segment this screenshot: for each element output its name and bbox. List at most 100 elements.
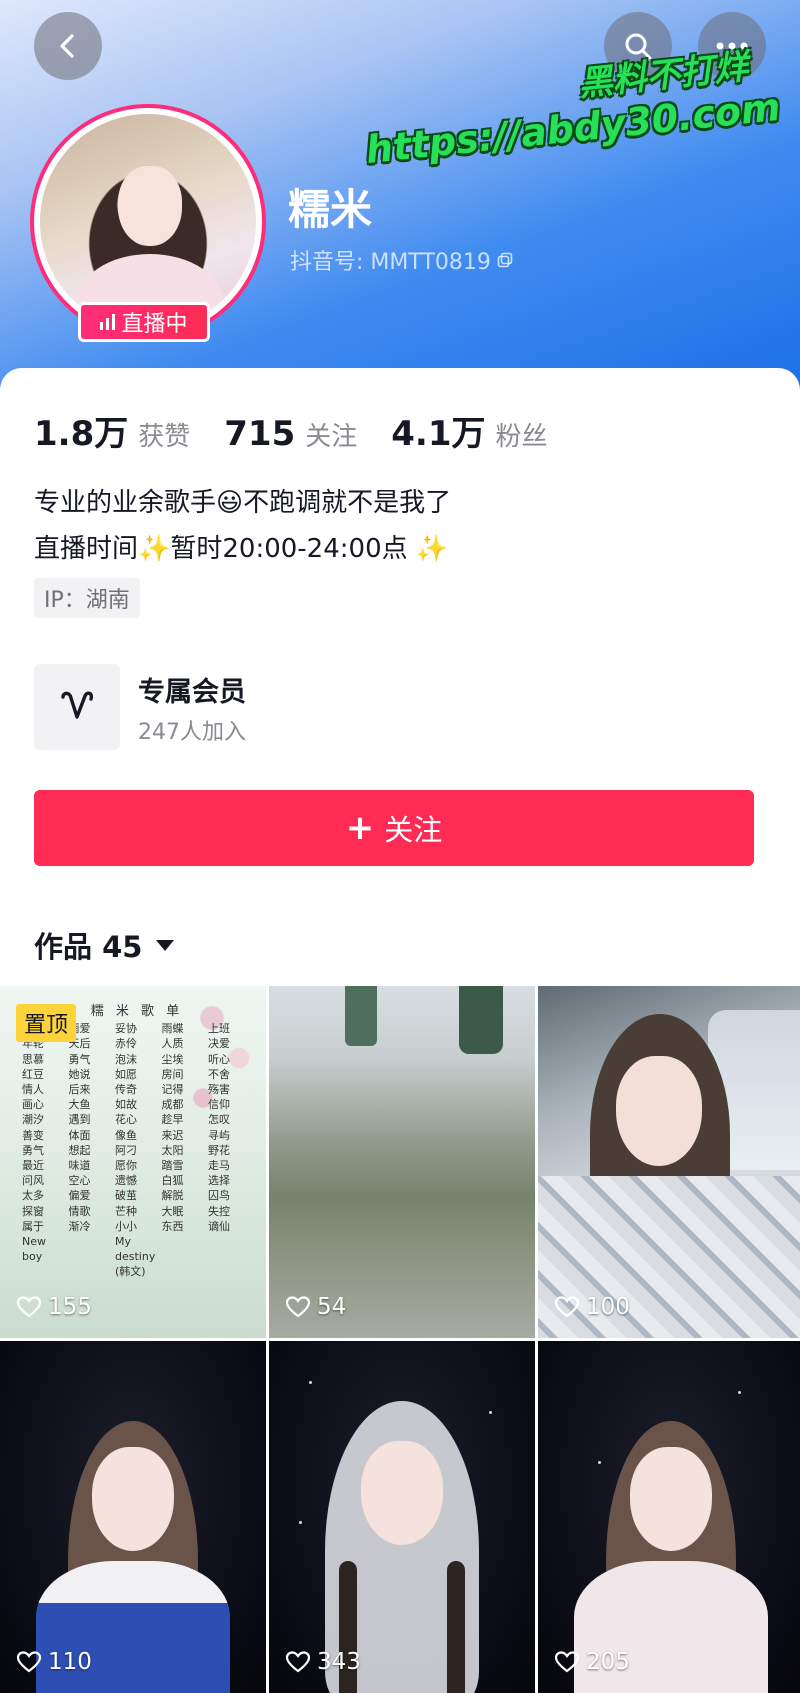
work-likes-count: 54: [317, 1294, 347, 1320]
songlist-row: New boy My destiny (韩文): [22, 1234, 252, 1280]
song-title: 遇到: [68, 1113, 91, 1127]
song-title: 偏爱: [68, 1189, 91, 1203]
work-tile[interactable]: 100: [538, 986, 800, 1338]
song-title: 画心: [22, 1098, 44, 1112]
song-title: 来迟: [161, 1128, 184, 1142]
work-tile[interactable]: 110: [0, 1341, 266, 1693]
stat-followers[interactable]: 4.1万 粉丝: [391, 406, 547, 455]
song-title: 如愿: [115, 1067, 137, 1081]
song-title: 谪仙: [208, 1219, 230, 1233]
song-title: 信仰: [208, 1098, 230, 1112]
work-tile[interactable]: 糯 米 歌 单 爱因雨爱妥协雨蝶上班年轮天后赤伶人质决爱思慕勇气泡沫尘埃听心红豆…: [0, 986, 266, 1338]
heart-outline-icon: [554, 1296, 580, 1318]
watermark: 黑料不打烊 https://abdy30.com: [360, 44, 783, 173]
stat-likes-label: 获赞: [138, 422, 191, 452]
work-likes: 155: [16, 1294, 92, 1320]
back-button[interactable]: [34, 12, 102, 80]
songlist-row: 善变 体面 像鱼 来迟 寻屿: [22, 1128, 252, 1143]
work-likes-count: 100: [586, 1294, 630, 1320]
song-title: 破茧: [115, 1189, 137, 1203]
tab-works[interactable]: 作品 45: [34, 924, 175, 966]
song-title: [162, 1234, 206, 1280]
live-badge[interactable]: 直播中: [78, 302, 210, 342]
songlist-row: 潮汐 遇到 花心 趁早 怎叹: [22, 1112, 252, 1127]
pinned-tag: 置顶: [16, 1004, 77, 1042]
star-dot: [309, 1381, 312, 1384]
song-title: 妥协: [115, 1022, 137, 1036]
stat-following-label: 关注: [305, 422, 358, 452]
work-likes-count: 110: [48, 1649, 92, 1675]
portrait-face: [630, 1447, 712, 1551]
nickname: 糯米: [288, 185, 373, 234]
song-title: 红豆: [22, 1067, 44, 1081]
song-title: 属于: [22, 1219, 44, 1233]
songlist-row: 属于 渐冷 小小 东西 谪仙: [22, 1219, 252, 1234]
song-title: My destiny (韩文): [115, 1235, 156, 1279]
song-title: 听心: [208, 1052, 230, 1066]
work-tile[interactable]: 205: [538, 1341, 800, 1693]
songlist: 糯 米 歌 单 爱因雨爱妥协雨蝶上班年轮天后赤伶人质决爱思慕勇气泡沫尘埃听心红豆…: [22, 1004, 252, 1280]
stat-likes[interactable]: 1.8万 获赞: [34, 406, 190, 455]
song-title: 味道: [68, 1159, 91, 1173]
song-title: 小小: [115, 1219, 137, 1233]
song-title: 人质: [161, 1037, 184, 1051]
song-title: 雨蝶: [161, 1022, 184, 1036]
heart-outline-icon: [285, 1651, 311, 1673]
heart-outline-icon: [554, 1651, 580, 1673]
bio-line2: 直播时间✨暂时20:00-24:00点 ✨: [34, 534, 449, 564]
exclusive-membership[interactable]: 专属会员 247人加入: [34, 664, 764, 750]
song-title: 不舍: [208, 1067, 230, 1081]
work-likes-count: 155: [48, 1294, 92, 1320]
work-tile[interactable]: 54: [269, 986, 535, 1338]
stats-row: 1.8万 获赞 715 关注 4.1万 粉丝: [34, 406, 582, 455]
follow-button[interactable]: + 关注: [34, 790, 754, 866]
song-title: 潮汐: [22, 1113, 44, 1127]
song-title: 东西: [161, 1219, 184, 1233]
member-icon-box: [34, 664, 120, 750]
songlist-row: 思慕 勇气 泡沫 尘埃 听心: [22, 1052, 252, 1067]
song-title: 体面: [68, 1128, 91, 1142]
song-title: 情歌: [68, 1204, 91, 1218]
work-likes-count: 343: [317, 1649, 361, 1675]
star-dot: [738, 1391, 741, 1394]
copy-icon[interactable]: [497, 252, 513, 268]
work-likes: 343: [285, 1649, 361, 1675]
stat-following[interactable]: 715 关注: [224, 414, 357, 454]
song-title: 勇气: [68, 1052, 91, 1066]
heart-outline-icon: [285, 1296, 311, 1318]
song-title: 渐冷: [68, 1219, 91, 1233]
song-title: 思慕: [22, 1052, 44, 1066]
song-title: 问风: [22, 1174, 44, 1188]
song-title: 泡沫: [115, 1052, 137, 1066]
song-title: 如故: [115, 1098, 137, 1112]
song-title: 空心: [68, 1174, 91, 1188]
follow-button-label: 关注: [384, 813, 443, 847]
stat-followers-value: 4.1万: [391, 414, 486, 454]
song-title: 想起: [68, 1143, 91, 1157]
caret-down-icon: [156, 939, 175, 951]
song-title: 选择: [208, 1174, 230, 1188]
song-title: 走马: [208, 1159, 230, 1173]
songlist-row: 太多 偏爱 破茧 解脱 囚鸟: [22, 1188, 252, 1203]
plant-shape: [345, 986, 377, 1046]
song-title: 她说: [68, 1067, 91, 1081]
account-id[interactable]: 抖音号: MMTT0819: [290, 244, 513, 276]
heart-outline-icon: [16, 1651, 42, 1673]
songlist-rows: 爱因雨爱妥协雨蝶上班年轮天后赤伶人质决爱思慕勇气泡沫尘埃听心红豆她说如愿房间不舍…: [22, 1021, 252, 1279]
song-title: 愿你: [115, 1159, 137, 1173]
works-grid: 糯 米 歌 单 爱因雨爱妥协雨蝶上班年轮天后赤伶人质决爱思慕勇气泡沫尘埃听心红豆…: [0, 986, 800, 1693]
songlist-row: 情人 后来 传奇 记得 殇害: [22, 1082, 252, 1097]
song-title: 囚鸟: [208, 1189, 230, 1203]
song-title: 赤伶: [115, 1037, 137, 1051]
work-tile[interactable]: 343: [269, 1341, 535, 1693]
song-title: 情人: [22, 1083, 44, 1097]
member-count: 247人加入: [138, 720, 246, 745]
portrait-braid: [447, 1561, 465, 1693]
song-title: 大眠: [161, 1204, 184, 1218]
song-title: 后来: [68, 1083, 91, 1097]
song-title: New boy: [22, 1235, 46, 1264]
song-title: 传奇: [115, 1083, 137, 1097]
works-tab-label: 作品 45: [34, 930, 143, 964]
song-title: 花心: [115, 1113, 137, 1127]
song-title: 大鱼: [68, 1098, 91, 1112]
